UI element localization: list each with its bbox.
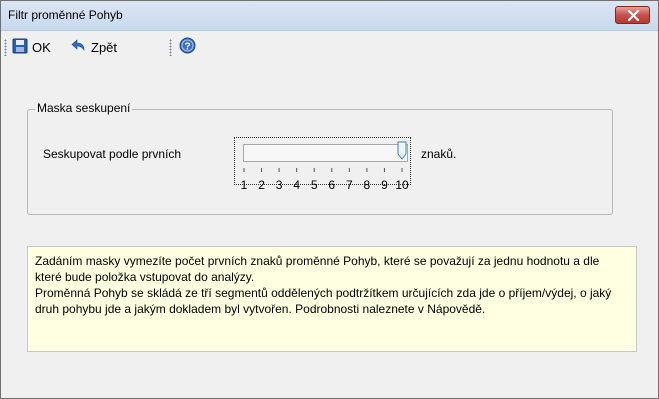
- slider-tick-label: 3: [275, 178, 283, 192]
- slider-tick-label: 6: [328, 178, 336, 192]
- characters-label: znaků.: [421, 147, 457, 161]
- slider-tick-label: 8: [363, 178, 371, 192]
- slider-tick-label: 1: [240, 178, 248, 192]
- slider-tick-label: 9: [381, 178, 388, 192]
- slider-tick-label: 7: [345, 178, 353, 192]
- slider-tick-label: 2: [258, 178, 265, 192]
- slider-tick-label: 10: [395, 178, 409, 192]
- info-paragraph-1: Zadáním masky vymezíte počet prvních zna…: [35, 254, 600, 284]
- info-paragraph-2: Proměnná Pohyb se skládá ze tří segmentů…: [35, 286, 612, 316]
- slider-tick-label: 4: [293, 178, 300, 192]
- info-panel: Zadáním masky vymezíte počet prvních zna…: [27, 246, 637, 352]
- slider-tick-label: 5: [310, 178, 318, 192]
